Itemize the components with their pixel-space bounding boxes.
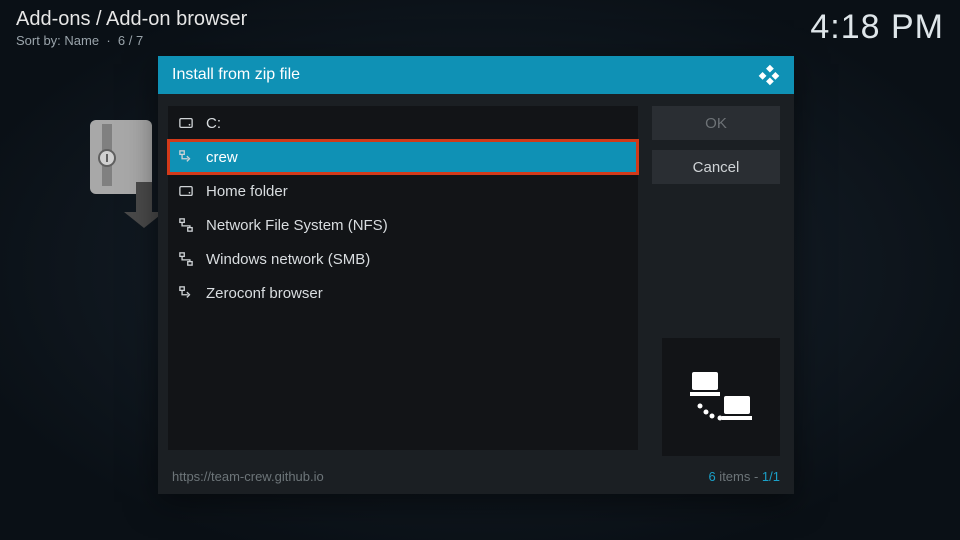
source-row-home-folder[interactable]: Home folder [168, 174, 638, 208]
source-row-label: Zeroconf browser [206, 285, 323, 302]
sort-line: Sort by: Name · 6 / 7 [16, 33, 247, 48]
source-row-network-file-system-nfs[interactable]: Network File System (NFS) [168, 208, 638, 242]
cancel-button[interactable]: Cancel [652, 150, 780, 184]
zip-download-icon [86, 118, 166, 228]
sort-count: 6 / 7 [118, 33, 143, 48]
source-row-label: Windows network (SMB) [206, 251, 370, 268]
source-row-zeroconf-browser[interactable]: Zeroconf browser [168, 276, 638, 310]
clock: 4:18 PM [810, 8, 944, 47]
sort-label: Sort by: Name [16, 33, 99, 48]
drive-icon [178, 183, 194, 199]
netloc-icon [178, 285, 194, 301]
source-row-label: crew [206, 149, 238, 166]
source-row-crew[interactable]: crew [168, 140, 638, 174]
source-row-label: Network File System (NFS) [206, 217, 388, 234]
install-from-zip-dialog: Install from zip file C: crew Home folder N… [158, 56, 794, 494]
source-row-c[interactable]: C: [168, 106, 638, 140]
footer-path: https://team-crew.github.io [172, 469, 324, 484]
source-row-windows-network-smb[interactable]: Windows network (SMB) [168, 242, 638, 276]
dialog-title: Install from zip file [172, 66, 300, 84]
source-row-label: C: [206, 115, 221, 132]
netloc-icon [178, 149, 194, 165]
net-icon [178, 217, 194, 233]
breadcrumb: Add-ons / Add-on browser [16, 8, 247, 31]
net-icon [178, 251, 194, 267]
file-source-list[interactable]: C: crew Home folder Network File System (NF… [168, 106, 638, 450]
dialog-header: Install from zip file [158, 56, 794, 94]
kodi-logo-icon [758, 64, 780, 86]
preview-thumbnail [662, 338, 780, 456]
source-row-label: Home folder [206, 183, 288, 200]
ok-button[interactable]: OK [652, 106, 780, 140]
drive-icon [178, 115, 194, 131]
footer-item-count: 6 items - 1/1 [708, 469, 780, 484]
